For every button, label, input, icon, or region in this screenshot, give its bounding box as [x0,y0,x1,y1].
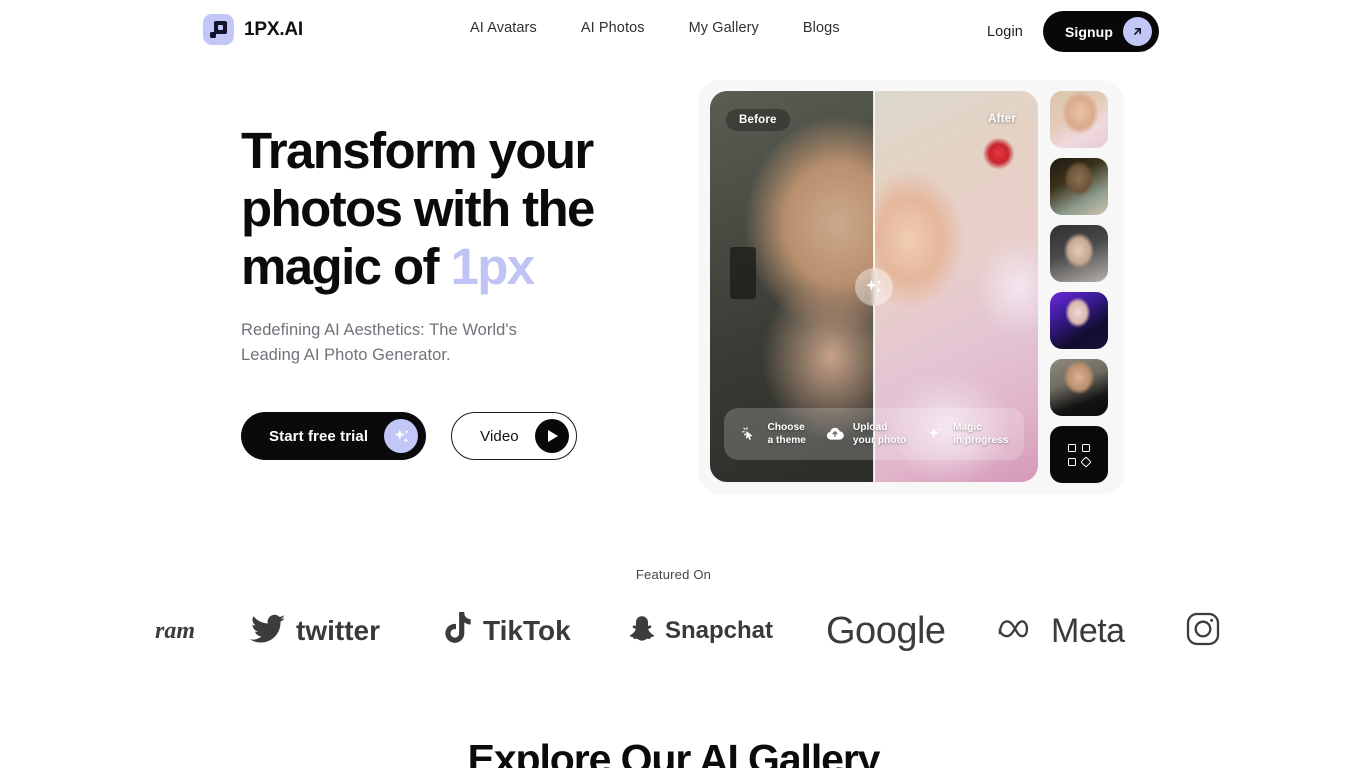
instagram-wordmark: ram [155,617,196,644]
grid-view-button[interactable] [1050,426,1108,483]
subtitle-line-2: Leading AI Photo Generator. [241,346,451,364]
thumbnail-portrait-5[interactable] [1050,359,1108,416]
snapchat-ghost-icon [629,615,655,648]
grid-view-icon [1068,443,1092,468]
headline-line-1: Transform your [241,122,594,179]
start-free-trial-button[interactable]: Start free trial [241,412,427,460]
step-upload-your-photo[interactable]: Upload your photo [825,421,906,447]
hero-copy: Transform your photos with the magic of … [241,122,671,460]
after-label: After [988,113,1016,125]
featured-on-label: Featured On [635,567,712,582]
login-link[interactable]: Login [987,24,1023,40]
twitter-bird-icon [250,614,286,649]
twitter-logo: twitter [250,614,380,649]
signup-button-label: Signup [1064,23,1113,40]
snapchat-logo: Snapchat [629,615,773,648]
site-header: 1PX.AI AI Avatars AI Photos My Gallery B… [0,0,1347,60]
landing-page: 1PX.AI AI Avatars AI Photos My Gallery B… [0,0,1347,768]
thumbnail-portrait-4[interactable] [1050,292,1108,349]
thumbnail-portrait-1[interactable] [1050,91,1108,148]
google-logo: Google [826,609,946,652]
gallery-section-heading: Explore Our AI Gallery [467,736,881,768]
start-free-trial-label: Start free trial [269,427,369,445]
step-magic-in-progress[interactable]: Magic in progress [925,421,1009,447]
instagram-camera-icon [1186,612,1220,651]
instagram-camera-logo [1186,612,1220,651]
cursor-click-icon [739,424,759,444]
tiktok-note-icon [443,611,473,651]
arrow-up-right-icon [1123,17,1152,46]
brand-logo-link[interactable]: 1PX.AI [203,14,303,45]
signup-button[interactable]: Signup [1042,11,1159,52]
meta-infinity-icon [997,616,1041,647]
workflow-steps-bar: Choose a theme Upload your photo Magic i… [724,408,1024,460]
header-actions: Login Signup [987,11,1159,52]
sparkle-icon [384,419,419,453]
hero-cta-row: Start free trial Video [241,412,671,460]
headline-accent-word: 1px [450,238,535,295]
page-title: Transform your photos with the magic of … [241,122,671,296]
video-button[interactable]: Video [451,412,577,460]
main-navigation: AI Avatars AI Photos My Gallery Blogs [470,20,840,36]
step-label: Magic in progress [953,422,1009,446]
brand-name: 1PX.AI [244,18,303,40]
cloud-upload-icon [825,424,845,444]
subtitle-line-1: Redefining AI Aesthetics: The World's [241,321,517,339]
tiktok-logo: TikTok [443,611,571,651]
nav-item-my-gallery[interactable]: My Gallery [689,20,759,36]
nav-item-ai-photos[interactable]: AI Photos [581,20,645,36]
thumbnail-portrait-3[interactable] [1050,225,1108,282]
hero-subtitle: Redefining AI Aesthetics: The World's Le… [241,318,671,368]
featured-logo-strip: ram twitter TikTok Snapchat Google Meta [0,600,1347,662]
nav-item-ai-avatars[interactable]: AI Avatars [470,20,537,36]
pixel-square-logo-icon [203,14,234,45]
headline-line-3: magic of [241,238,451,295]
headline-line-2: photos with the [241,180,595,237]
video-button-label: Video [480,427,519,445]
nav-item-blogs[interactable]: Blogs [803,20,840,36]
before-after-comparison[interactable]: Before After Choose a theme Upload your … [710,91,1038,482]
thumbnail-rail [1050,91,1112,483]
play-icon [534,419,569,453]
hero-preview-panel: Before After Choose a theme Upload your … [699,80,1124,493]
before-label: Before [726,109,790,131]
step-label: Choose a theme [767,422,806,446]
comparison-slider-handle[interactable] [855,267,893,306]
thumbnail-portrait-2[interactable] [1050,158,1108,215]
step-choose-a-theme[interactable]: Choose a theme [739,421,806,447]
meta-logo: Meta [997,612,1125,651]
step-label: Upload your photo [852,422,907,446]
sparkle-icon [925,424,945,444]
